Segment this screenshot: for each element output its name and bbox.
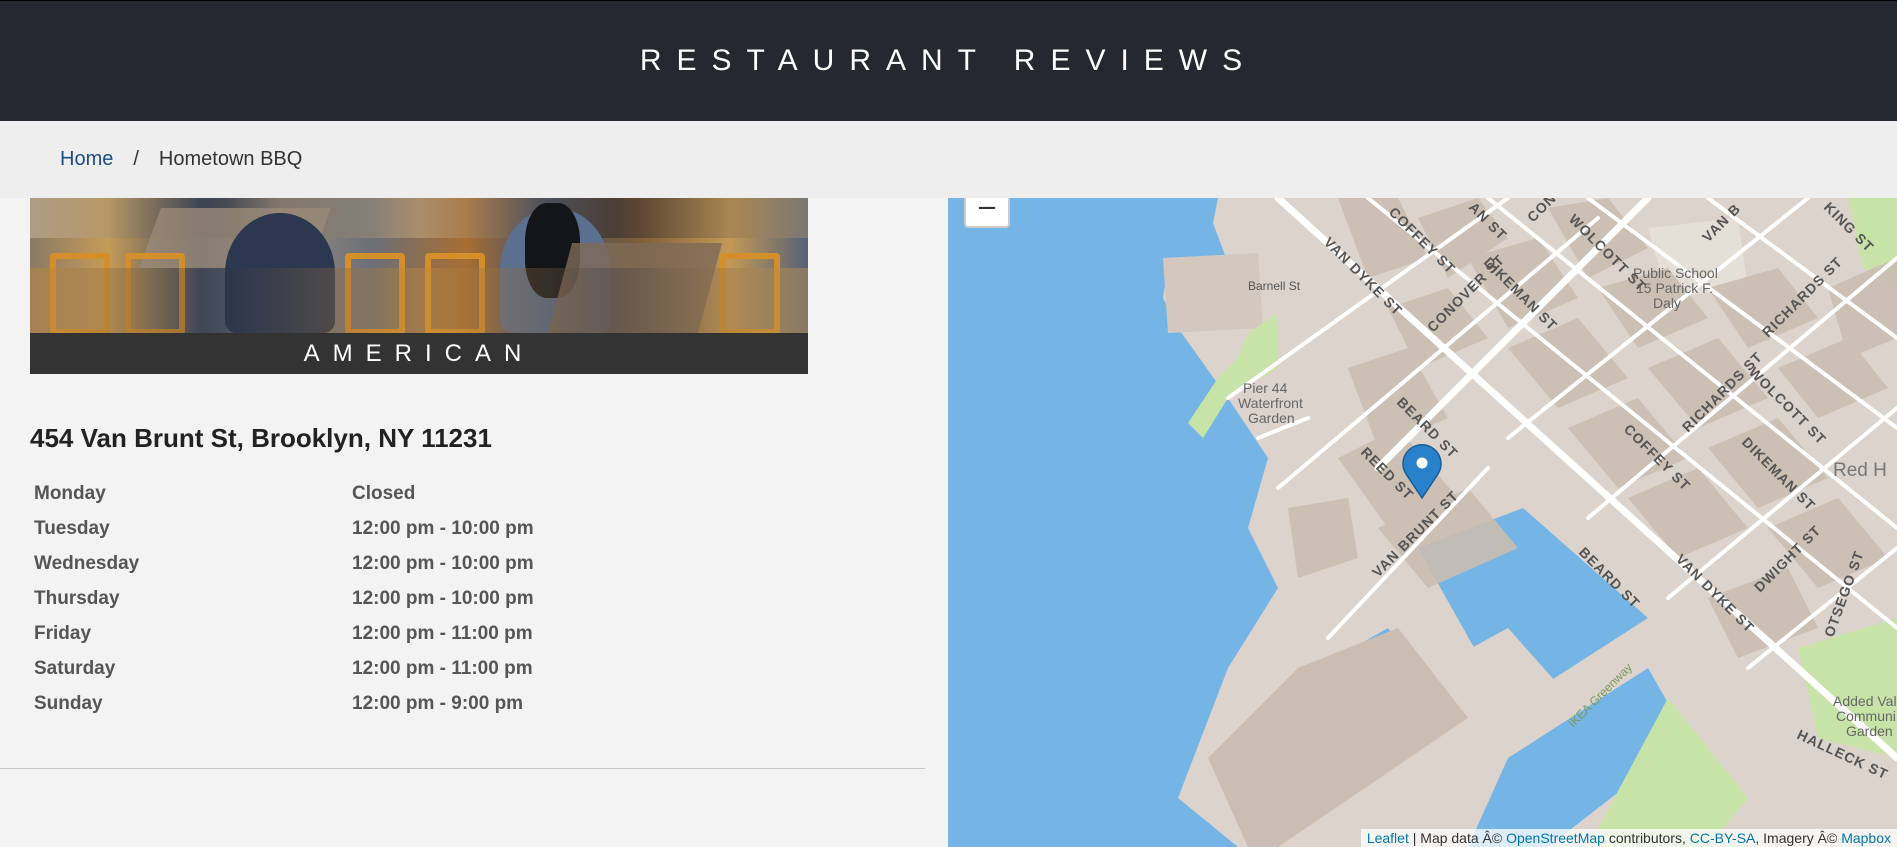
hours-day: Thursday [34, 587, 120, 609]
map-label: Pier 44 [1243, 380, 1288, 396]
hours-day: Tuesday [34, 517, 110, 539]
map-label: Garden [1846, 723, 1893, 739]
hours-time: 12:00 pm - 10:00 pm [352, 552, 534, 574]
breadcrumb-current: Hometown BBQ [158, 148, 303, 170]
hours-time: 12:00 pm - 9:00 pm [352, 692, 524, 714]
openstreetmap-link[interactable]: OpenStreetMap [1506, 830, 1605, 846]
site-title[interactable]: RESTAURANT REVIEWS [640, 44, 1257, 78]
map-zoom-out-button[interactable]: − [964, 198, 1010, 228]
hours-row: Friday 12:00 pm - 11:00 pm [30, 616, 538, 651]
map-label: Garden [1248, 410, 1295, 426]
restaurant-container: AMERICAN 454 Van Brunt St, Brooklyn, NY … [0, 198, 925, 847]
hours-row: Saturday 12:00 pm - 11:00 pm [30, 651, 538, 686]
map-label: Waterfront [1238, 395, 1303, 411]
hours-row: Sunday 12:00 pm - 9:00 pm [30, 686, 538, 721]
map-label: Added Valu [1833, 693, 1897, 709]
restaurant-hours-table: Monday Closed Tuesday 12:00 pm - 10:00 p… [30, 476, 538, 721]
hours-time: 12:00 pm - 11:00 pm [352, 622, 533, 644]
section-divider [0, 768, 925, 769]
hours-time: 12:00 pm - 10:00 pm [352, 517, 534, 539]
hours-time: Closed [352, 482, 416, 504]
leaflet-link[interactable]: Leaflet [1367, 830, 1409, 846]
hours-row: Tuesday 12:00 pm - 10:00 pm [30, 511, 538, 546]
attribution-text: | Map data Â© [1408, 830, 1507, 846]
map-tiles[interactable]: Barnell St Pier 44 Waterfront Garden Pub… [948, 198, 1897, 847]
map-container[interactable]: Barnell St Pier 44 Waterfront Garden Pub… [948, 198, 1897, 847]
map-label: Red H [1833, 460, 1887, 481]
breadcrumb-home-link[interactable]: Home [60, 148, 113, 171]
hours-row: Wednesday 12:00 pm - 10:00 pm [30, 546, 538, 581]
map-attribution: Leaflet | Map data Â© OpenStreetMap cont… [1360, 829, 1897, 847]
map-label: Communi [1836, 708, 1896, 724]
restaurant-cuisine: AMERICAN [30, 333, 808, 374]
breadcrumb: Home / Hometown BBQ [0, 121, 1897, 198]
hours-row: Thursday 12:00 pm - 10:00 pm [30, 581, 538, 616]
map-label: Daly [1653, 295, 1681, 311]
hours-day: Monday [34, 482, 106, 504]
hours-day: Friday [34, 622, 92, 644]
hours-day: Sunday [34, 692, 103, 714]
attribution-text: , Imagery Â© [1755, 830, 1842, 846]
hours-row: Monday Closed [30, 476, 538, 511]
attribution-text: contributors, [1604, 830, 1690, 846]
restaurant-photo [30, 198, 808, 333]
hours-time: 12:00 pm - 10:00 pm [352, 587, 534, 609]
site-header: RESTAURANT REVIEWS [0, 0, 1897, 121]
breadcrumb-separator: / [133, 148, 139, 170]
hours-time: 12:00 pm - 11:00 pm [352, 657, 533, 679]
map-label: Barnell St [1248, 279, 1301, 293]
mapbox-link[interactable]: Mapbox [1841, 830, 1891, 846]
cc-by-sa-link[interactable]: CC-BY-SA [1690, 830, 1756, 846]
hours-day: Saturday [34, 657, 116, 679]
hours-day: Wednesday [34, 552, 140, 574]
restaurant-address: 454 Van Brunt St, Brooklyn, NY 11231 [30, 423, 492, 453]
